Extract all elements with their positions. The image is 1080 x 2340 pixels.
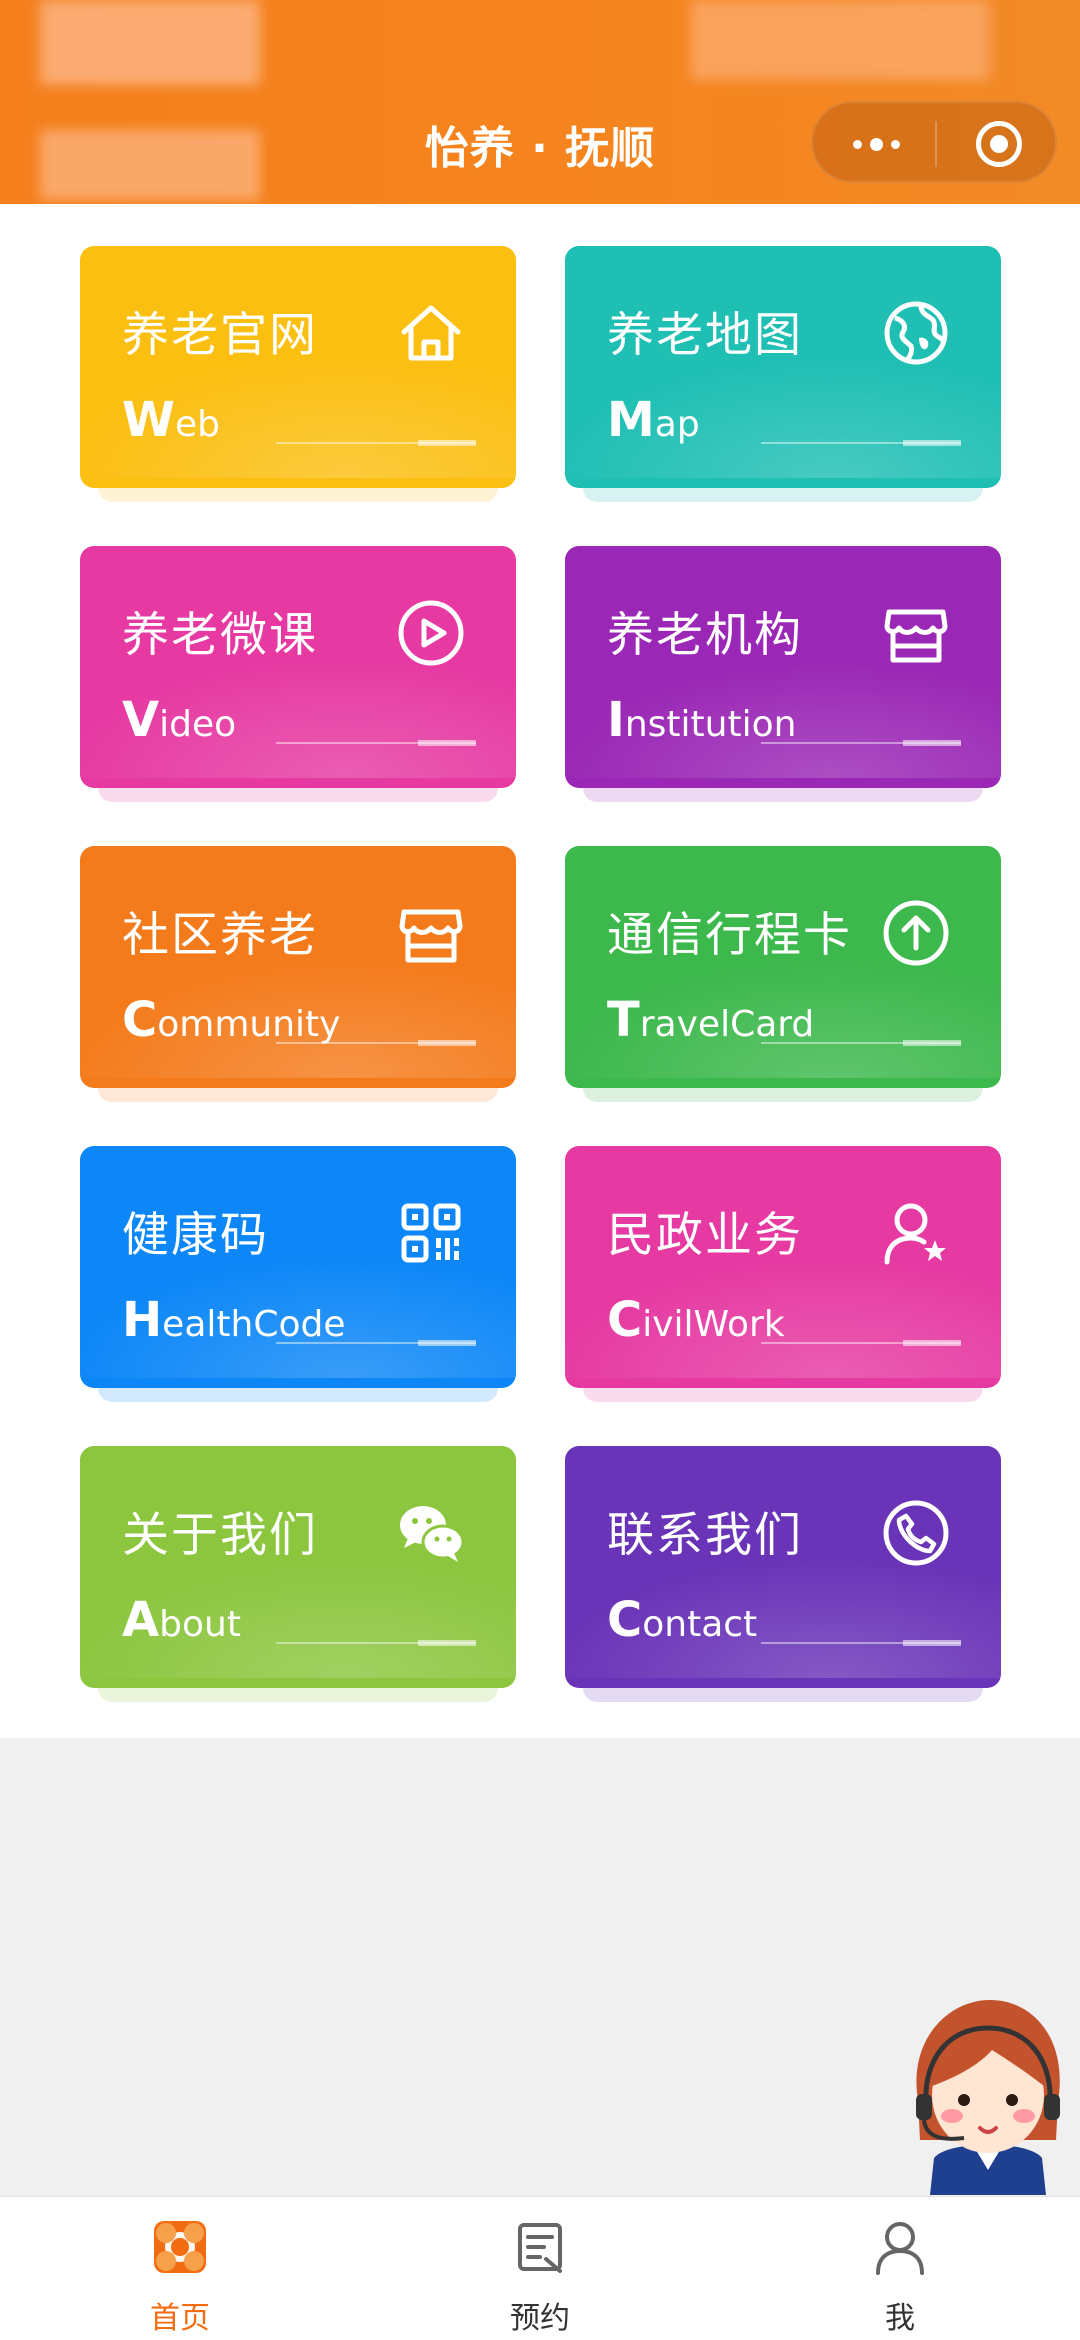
card-community[interactable]: 社区养老 Community [80, 846, 516, 1102]
card-title-en: Web [122, 392, 220, 448]
card-underline [276, 1040, 476, 1046]
more-dots-icon[interactable] [841, 127, 911, 161]
phone-icon [883, 1500, 949, 1566]
card-title-en: Community [122, 992, 341, 1048]
customer-service-avatar[interactable] [908, 1990, 1068, 2195]
capsule-divider [935, 121, 937, 167]
card-title-zh: 养老机构 [607, 608, 803, 663]
store-icon [399, 909, 463, 963]
home-grid-icon [154, 2221, 206, 2273]
tab-label: 我 [885, 2301, 915, 2336]
card-video[interactable]: 养老微课 Video [80, 546, 516, 802]
play-icon [398, 600, 464, 666]
card-about[interactable]: 关于我们 About [80, 1446, 516, 1702]
blurred-region [40, 0, 260, 85]
card-title-en: HealthCode [122, 1292, 346, 1348]
menu-grid: 养老官网 Web 养老地图 Map 养老微课 Video 养老机构 Instit… [0, 204, 1080, 1738]
card-underline [761, 740, 961, 746]
card-institution[interactable]: 养老机构 Institution [565, 546, 1001, 802]
miniprogram-capsule [811, 101, 1057, 183]
card-underline [276, 1340, 476, 1346]
blurred-region [690, 0, 990, 80]
card-underline [761, 1040, 961, 1046]
card-title-en: TravelCard [607, 992, 815, 1048]
tab-profile[interactable]: 我 [720, 2197, 1080, 2340]
card-title-zh: 关于我们 [122, 1508, 318, 1563]
card-title-zh: 通信行程卡 [607, 908, 852, 963]
card-title-en: Contact [607, 1592, 758, 1648]
profile-icon [876, 2222, 924, 2275]
card-title-zh: 社区养老 [122, 908, 318, 963]
arrow-up-circle-icon [883, 900, 949, 966]
card-title-zh: 养老官网 [122, 308, 318, 363]
card-map[interactable]: 养老地图 Map [565, 246, 1001, 502]
tab-label: 首页 [150, 2301, 210, 2336]
card-underline [276, 1640, 476, 1646]
appointment-icon [518, 2223, 562, 2273]
qr-code-icon [401, 1203, 461, 1263]
card-title-zh: 民政业务 [607, 1208, 803, 1263]
card-title-en: About [122, 1592, 241, 1648]
store-icon [884, 609, 948, 663]
app-header: 怡养 · 抚顺 [0, 0, 1080, 204]
card-web[interactable]: 养老官网 Web [80, 246, 516, 502]
card-title-en: Video [122, 692, 237, 748]
card-underline [276, 440, 476, 446]
card-title-en: Map [607, 392, 700, 448]
tab-home[interactable]: 首页 [0, 2197, 360, 2340]
card-title-zh: 养老微课 [122, 608, 318, 663]
card-travelcard[interactable]: 通信行程卡 TravelCard [565, 846, 1001, 1102]
card-title-zh: 养老地图 [607, 308, 803, 363]
card-healthcode[interactable]: 健康码 HealthCode [80, 1146, 516, 1402]
card-underline [761, 1340, 961, 1346]
card-civilwork[interactable]: 民政业务 CivilWork [565, 1146, 1001, 1402]
card-title-en: Institution [607, 692, 797, 748]
card-contact[interactable]: 联系我们 Contact [565, 1446, 1001, 1702]
card-underline [276, 740, 476, 746]
wechat-icon [400, 1506, 465, 1562]
card-title-zh: 联系我们 [607, 1508, 803, 1563]
tab-appointment[interactable]: 预约 [360, 2197, 720, 2340]
user-star-icon [884, 1203, 946, 1265]
bottom-tab-bar: 首页 预约 我 [0, 2196, 1080, 2340]
target-close-icon[interactable] [976, 121, 1022, 167]
card-underline [761, 440, 961, 446]
tab-label: 预约 [510, 2301, 570, 2336]
card-title-zh: 健康码 [122, 1208, 269, 1263]
home-icon [401, 305, 461, 361]
globe-icon [884, 301, 948, 365]
card-title-en: CivilWork [607, 1292, 785, 1348]
card-underline [761, 1640, 961, 1646]
